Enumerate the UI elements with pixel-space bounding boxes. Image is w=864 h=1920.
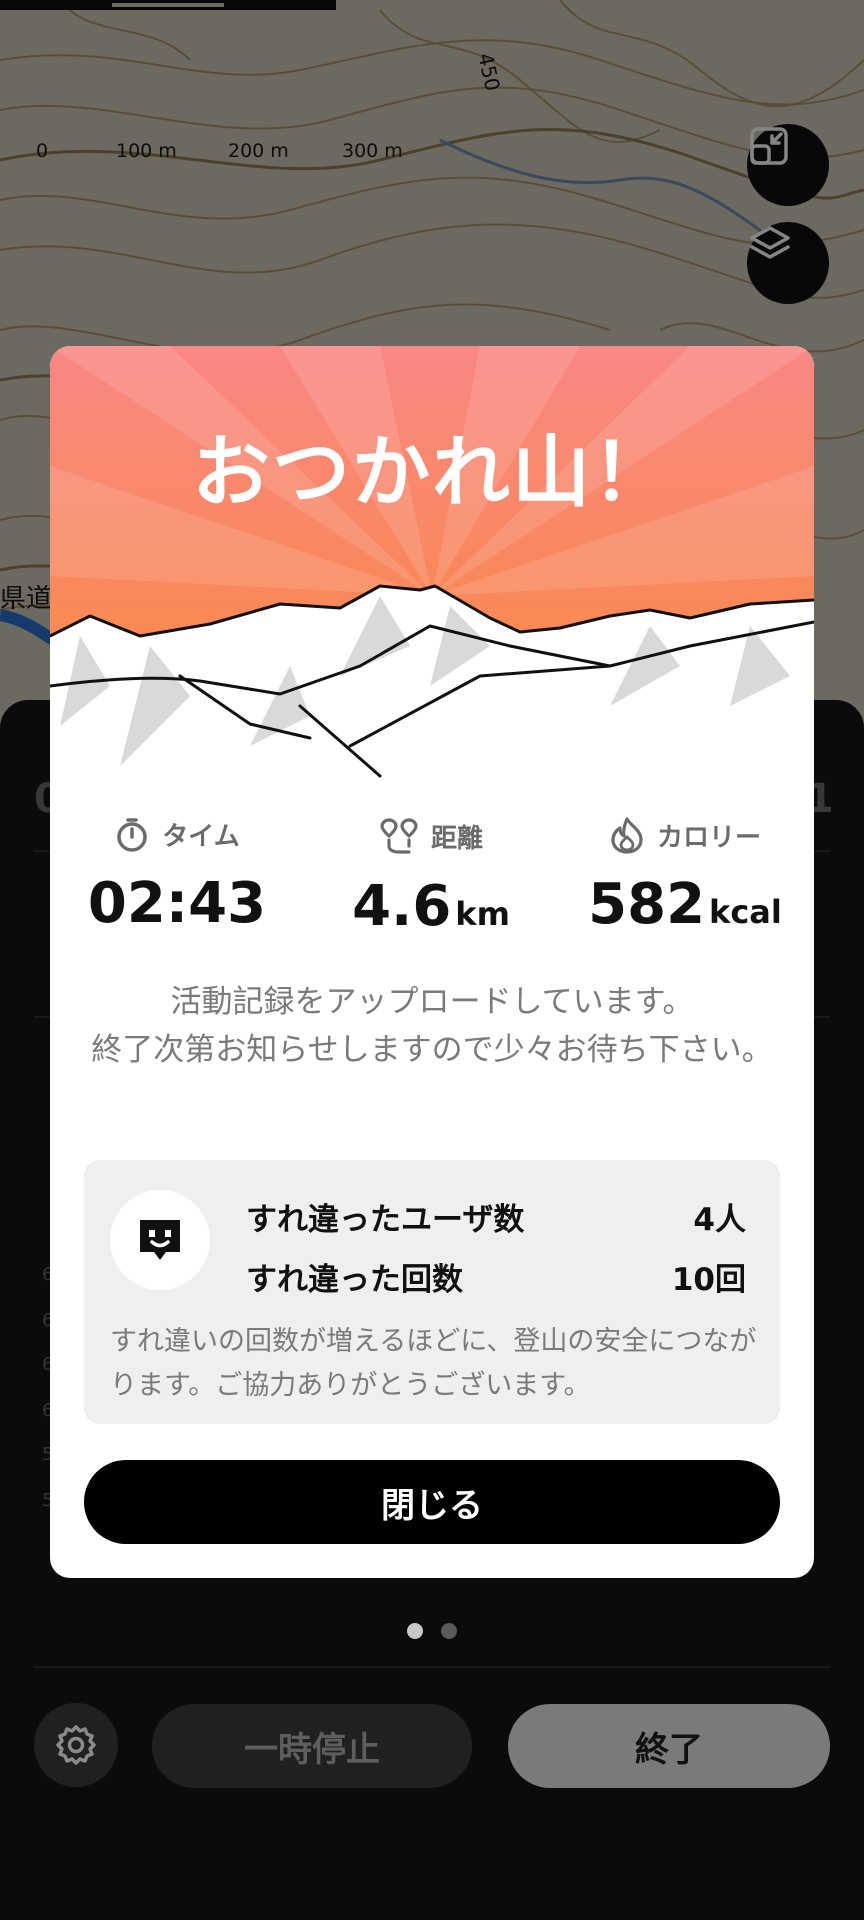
passing-users-row: すれ違ったユーザ数 4人 [246, 1194, 746, 1239]
stopwatch-icon [117, 817, 147, 852]
page-dot [441, 1623, 457, 1639]
stat-calories-label: カロリー [656, 822, 761, 853]
passing-count-label: すれ違った回数 [246, 1262, 463, 1298]
page-dot-active [407, 1623, 423, 1639]
passing-note: すれ違いの回数が増えるほどに、登山の安全につながります。ご協力ありがとうございま… [110, 1326, 757, 1401]
stat-distance-value: 4.6 [352, 874, 452, 939]
gear-icon [56, 1725, 96, 1765]
passing-count-value: 10回 [671, 1262, 746, 1298]
route-icon [380, 818, 418, 854]
passing-avatar [110, 1190, 210, 1290]
flame-icon [611, 817, 643, 854]
stat-time-label: タイム [162, 822, 240, 852]
smile-badge-icon [140, 1220, 180, 1260]
stat-distance-unit: km [455, 895, 510, 933]
upload-status-line: 活動記録をアップロードしています。 [170, 984, 694, 1020]
summit-complete-dialog: おつかれ山！ タイム 02:43 距離 4.6 km カロリー 582 kcal… [50, 346, 814, 1578]
settings-button[interactable] [34, 1703, 118, 1787]
close-button[interactable]: 閉じる [84, 1460, 780, 1544]
stat-distance-label: 距離 [430, 823, 483, 854]
passing-count-row: すれ違った回数 10回 [246, 1254, 746, 1299]
pause-button[interactable]: 一時停止 [152, 1704, 472, 1788]
end-button[interactable]: 終了 [508, 1704, 830, 1788]
stat-distance: 距離 4.6 km [304, 816, 558, 939]
page-indicator [0, 1623, 864, 1639]
stat-calories: カロリー 582 kcal [558, 816, 812, 937]
upload-status-line: 終了次第お知らせしますので少々お待ち下さい。 [91, 1032, 773, 1068]
passing-info-card: すれ違ったユーザ数 4人 すれ違った回数 10回 すれ違いの回数が増えるほどに、… [84, 1160, 780, 1424]
stat-calories-unit: kcal [709, 893, 782, 931]
passing-users-label: すれ違ったユーザ数 [246, 1202, 525, 1238]
dialog-title: おつかれ山！ [191, 428, 672, 518]
passing-users-value: 4人 [693, 1202, 746, 1238]
upload-status-message: 活動記録をアップロードしています。 終了次第お知らせしますので少々お待ち下さい。 [90, 978, 774, 1074]
stat-calories-value: 582 [588, 872, 706, 937]
stat-time: タイム 02:43 [50, 816, 304, 936]
stat-time-value: 02:43 [87, 871, 267, 936]
